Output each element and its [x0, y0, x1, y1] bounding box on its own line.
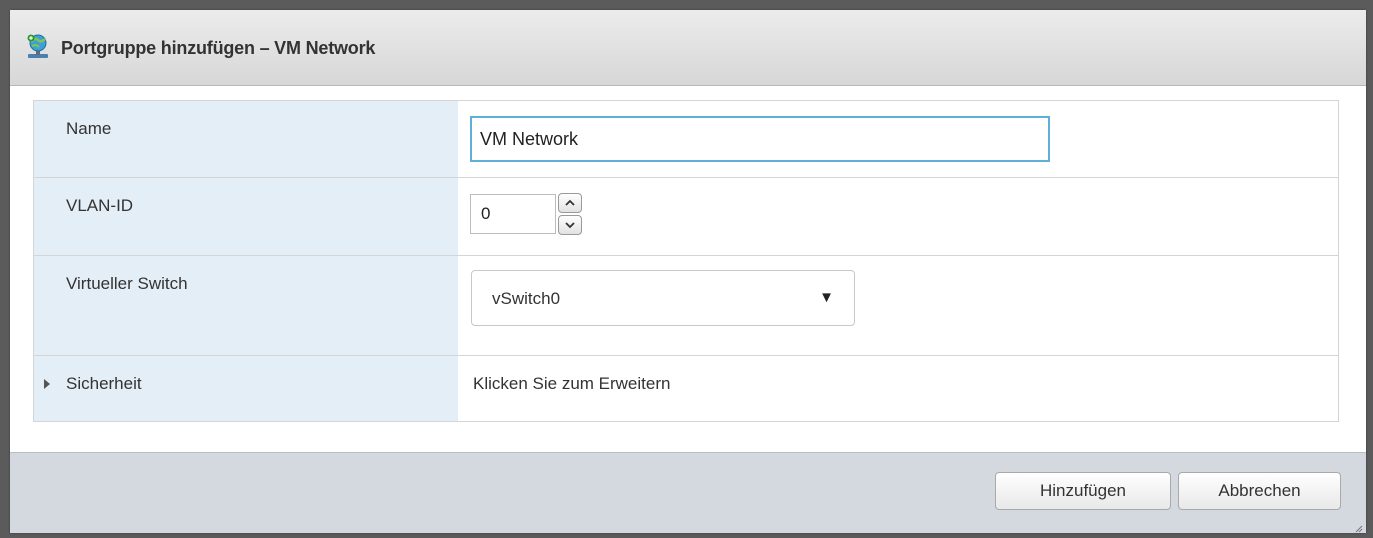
form-row-vlan: VLAN-ID	[34, 178, 1338, 256]
vswitch-select[interactable]: vSwitch0 ▼	[471, 270, 855, 326]
security-expand-hint[interactable]: Klicken Sie zum Erweitern	[473, 374, 670, 394]
value-cell: vSwitch0 ▼	[458, 256, 1338, 355]
chevron-down-icon	[565, 222, 575, 229]
network-portgroup-icon	[25, 34, 51, 60]
resize-grip-icon[interactable]	[1353, 520, 1363, 533]
chevron-up-icon	[565, 199, 575, 206]
dialog-title: Portgruppe hinzufügen – VM Network	[61, 38, 376, 58]
security-label[interactable]: Sicherheit	[66, 374, 142, 394]
vswitch-selected-value: vSwitch0	[492, 289, 561, 308]
value-cell	[458, 178, 1338, 255]
name-label: Name	[66, 119, 112, 138]
vswitch-label: Virtueller Switch	[66, 274, 188, 293]
value-cell: Klicken Sie zum Erweitern	[458, 356, 1338, 421]
vlan-label: VLAN-ID	[66, 196, 134, 215]
label-cell: VLAN-ID	[34, 178, 458, 255]
name-input[interactable]	[470, 116, 1050, 162]
label-cell: Sicherheit	[34, 356, 458, 421]
portgroup-form: Name VLAN-ID Virtueller Switch	[33, 100, 1339, 422]
form-row-security[interactable]: Sicherheit Klicken Sie zum Erweitern	[34, 356, 1338, 421]
form-row-vswitch: Virtueller Switch vSwitch0 ▼	[34, 256, 1338, 356]
cancel-button[interactable]: Abbrechen	[1178, 472, 1341, 510]
vlan-id-input[interactable]	[470, 194, 556, 234]
dialog-titlebar: Portgruppe hinzufügen – VM Network	[10, 10, 1366, 86]
expand-triangle-icon[interactable]	[44, 379, 50, 389]
form-row-name: Name	[34, 101, 1338, 178]
dialog-footer: Hinzufügen Abbrechen	[10, 452, 1366, 533]
add-portgroup-dialog: Portgruppe hinzufügen – VM Network Name …	[10, 10, 1366, 533]
label-cell: Virtueller Switch	[34, 256, 458, 355]
dropdown-arrow-icon: ▼	[819, 289, 834, 306]
vlan-decrement-button[interactable]	[558, 215, 582, 235]
value-cell	[458, 101, 1338, 177]
vlan-increment-button[interactable]	[558, 193, 582, 213]
add-button[interactable]: Hinzufügen	[995, 472, 1171, 510]
label-cell: Name	[34, 101, 458, 177]
